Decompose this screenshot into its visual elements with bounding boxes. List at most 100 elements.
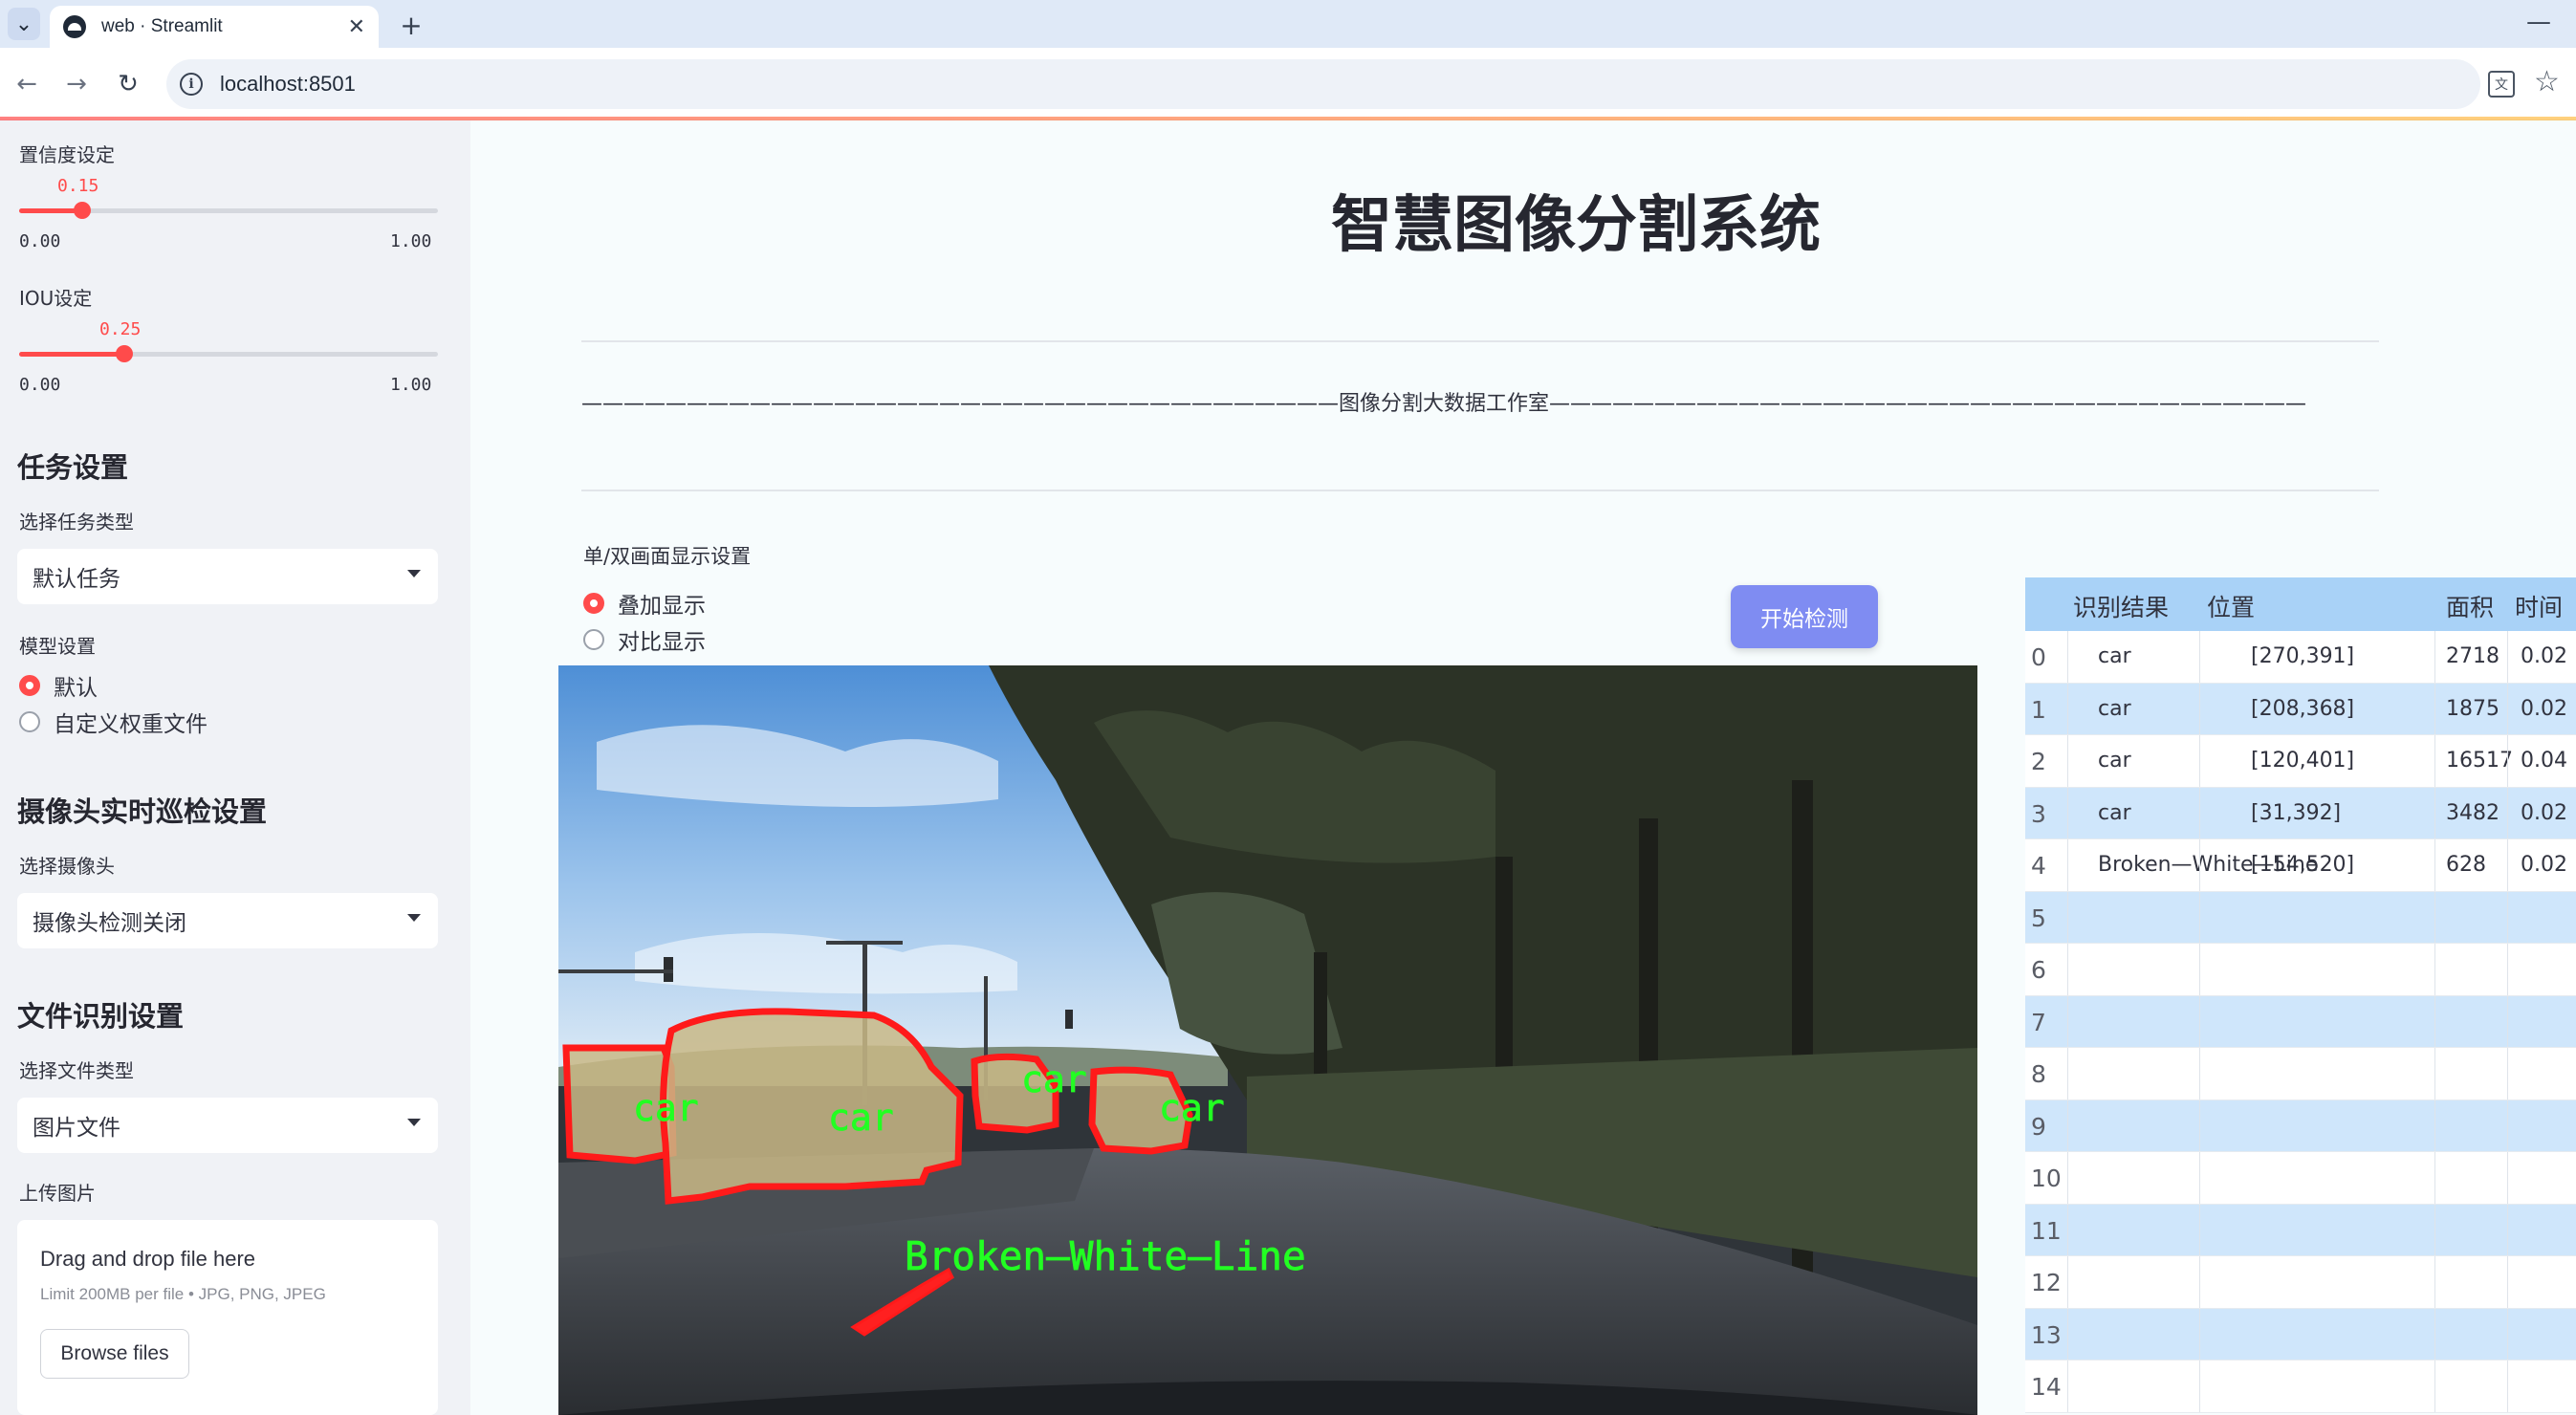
translate-icon[interactable]: 文 — [2488, 71, 2515, 98]
url-text[interactable]: localhost:8501 — [220, 72, 356, 97]
table-row[interactable]: 7 — [2025, 995, 2576, 1048]
browse-files-button[interactable]: Browse files — [40, 1329, 189, 1379]
column-divider — [2067, 1099, 2068, 1151]
table-header-position[interactable]: 位置 — [2207, 589, 2255, 623]
column-divider — [2067, 683, 2068, 734]
cell-time: 0.02 — [2521, 644, 2567, 668]
table-row[interactable]: 14 — [2025, 1361, 2576, 1413]
dropzone-title: Drag and drop file here — [40, 1247, 256, 1271]
task-type-value: 默认任务 — [33, 567, 120, 592]
table-row[interactable]: 8 — [2025, 1048, 2576, 1100]
row-index: 5 — [2031, 903, 2046, 932]
cell-position: [208,368] — [2251, 696, 2355, 721]
display-radio-compare[interactable]: 对比显示 — [583, 623, 706, 656]
column-divider — [2434, 944, 2435, 995]
road-scene-svg: car car car car Broken—White—Line — [558, 665, 1977, 1415]
task-type-select[interactable]: 默认任务 — [17, 549, 438, 604]
forward-arrow-icon[interactable]: → — [59, 67, 94, 101]
column-divider — [2434, 891, 2435, 943]
iou-min: 0.00 — [19, 375, 61, 395]
column-divider — [2434, 631, 2435, 683]
start-detection-button[interactable]: 开始检测 — [1731, 585, 1878, 648]
table-row[interactable]: 10 — [2025, 1152, 2576, 1205]
task-type-label: 选择任务类型 — [19, 511, 134, 533]
studio-banner: ————————————————————————————————————图像分割… — [581, 392, 2307, 416]
back-arrow-icon[interactable]: ← — [10, 67, 44, 101]
table-row[interactable]: 1 car [208,368] 1875 0.02 — [2025, 683, 2576, 735]
row-index: 9 — [2031, 1112, 2046, 1141]
tab-search-chevron-icon[interactable]: ⌄ — [8, 8, 40, 40]
camera-select-value: 摄像头检测关闭 — [33, 911, 186, 936]
column-divider — [2507, 839, 2508, 891]
column-divider — [2067, 995, 2068, 1047]
table-row[interactable]: 5 — [2025, 891, 2576, 944]
table-row[interactable]: 6 — [2025, 944, 2576, 996]
camera-select[interactable]: 摄像头检测关闭 — [17, 893, 438, 948]
streamlit-favicon-icon — [63, 15, 86, 38]
cell-position: [120,401] — [2251, 749, 2355, 773]
cell-area: 3482 — [2446, 800, 2500, 825]
table-row[interactable]: 4 Broken—White—Line [154,520] 628 0.02 — [2025, 839, 2576, 892]
iou-slider-thumb[interactable] — [115, 345, 133, 362]
browser-tab-bar: ⌄ web · Streamlit ✕ + — — [0, 0, 2576, 48]
confidence-min: 0.00 — [19, 231, 61, 251]
display-radio-overlay[interactable]: 叠加显示 — [583, 587, 706, 620]
column-divider — [2507, 735, 2508, 787]
confidence-slider-thumb[interactable] — [73, 202, 91, 219]
url-omnibox[interactable]: i localhost:8501 — [166, 59, 2480, 109]
column-divider — [2434, 1204, 2435, 1255]
column-divider — [2067, 1256, 2068, 1308]
table-row[interactable]: 9 — [2025, 1099, 2576, 1152]
new-tab-plus-icon[interactable]: + — [394, 8, 428, 42]
main-content: 智慧图像分割系统 ———————————————————————————————… — [470, 120, 2576, 1415]
column-divider — [2067, 735, 2068, 787]
cell-time: 0.02 — [2521, 800, 2567, 825]
file-dropzone[interactable]: Drag and drop file here Limit 200MB per … — [17, 1220, 438, 1415]
sidebar: 置信度设定 0.15 0.00 1.00 IOU设定 0.25 0.00 1.0… — [0, 120, 470, 1415]
site-info-icon[interactable]: i — [180, 73, 203, 96]
camera-settings-heading: 摄像头实时巡检设置 — [17, 795, 268, 828]
table-header-time[interactable]: 时间 — [2515, 589, 2563, 623]
iou-label: IOU设定 — [19, 287, 93, 310]
table-row[interactable]: 3 car [31,392] 3482 0.02 — [2025, 787, 2576, 839]
model-radio-default[interactable]: 默认 — [19, 669, 98, 702]
column-divider — [2199, 1361, 2200, 1412]
cell-area: 1875 — [2446, 696, 2500, 721]
model-settings-label: 模型设置 — [19, 635, 96, 658]
radio-selected-icon — [583, 593, 604, 614]
column-divider — [2507, 1308, 2508, 1360]
reload-icon[interactable]: ↻ — [111, 67, 145, 101]
row-index: 0 — [2031, 643, 2046, 671]
browser-tab[interactable]: web · Streamlit ✕ — [50, 6, 379, 48]
window-minimize-icon[interactable]: — — [2526, 8, 2551, 36]
address-bar: ← → ↻ i localhost:8501 文 ☆ — [0, 48, 2576, 120]
table-row[interactable]: 0 car [270,391] 2718 0.02 — [2025, 631, 2576, 684]
model-radio-custom[interactable]: 自定义权重文件 — [19, 706, 207, 738]
traffic-light-arm — [558, 969, 673, 973]
dropzone-subtitle: Limit 200MB per file • JPG, PNG, JPEG — [40, 1285, 326, 1303]
row-index: 8 — [2031, 1060, 2046, 1088]
column-divider — [2507, 683, 2508, 734]
iou-slider[interactable] — [19, 345, 438, 362]
table-row[interactable]: 12 — [2025, 1256, 2576, 1309]
column-divider — [2507, 1361, 2508, 1412]
column-divider — [2507, 1048, 2508, 1099]
file-type-select[interactable]: 图片文件 — [17, 1098, 438, 1153]
column-divider — [2199, 683, 2200, 734]
confidence-slider[interactable] — [19, 202, 438, 219]
row-index: 6 — [2031, 956, 2046, 984]
column-divider — [2507, 995, 2508, 1047]
table-row[interactable]: 2 car [120,401] 16517 0.04 — [2025, 735, 2576, 788]
row-index: 4 — [2031, 852, 2046, 880]
table-row[interactable]: 11 — [2025, 1204, 2576, 1256]
column-divider — [2067, 631, 2068, 683]
confidence-max: 1.00 — [390, 231, 432, 251]
column-divider — [2199, 735, 2200, 787]
table-row[interactable]: 13 — [2025, 1308, 2576, 1361]
cell-position: [154,520] — [2251, 853, 2355, 877]
tab-close-icon[interactable]: ✕ — [348, 15, 365, 39]
table-header-area[interactable]: 面积 — [2446, 589, 2494, 623]
file-type-label: 选择文件类型 — [19, 1059, 134, 1082]
table-header-result[interactable]: 识别结果 — [2073, 589, 2169, 623]
bookmark-star-icon[interactable]: ☆ — [2534, 65, 2560, 98]
